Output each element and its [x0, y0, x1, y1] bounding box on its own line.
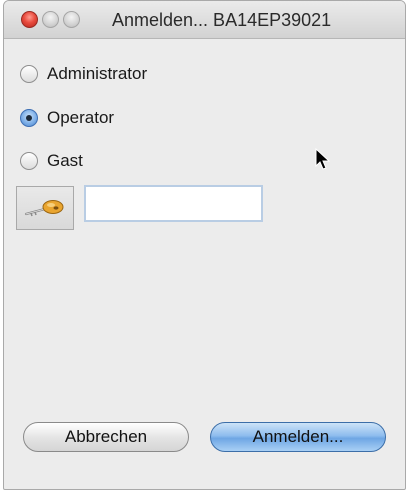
radio-gast[interactable] — [20, 152, 38, 170]
role-option-gast[interactable]: Gast — [20, 150, 83, 172]
close-icon[interactable] — [21, 11, 38, 28]
login-window: Anmelden... BA14EP39021 Administrator Op… — [3, 0, 406, 490]
login-button[interactable]: Anmelden... — [210, 422, 386, 452]
window-title: Anmelden... BA14EP39021 — [112, 10, 332, 30]
role-option-administrator[interactable]: Administrator — [20, 63, 147, 85]
radio-selected-dot — [26, 115, 32, 121]
key-icon — [24, 200, 64, 217]
cancel-button[interactable]: Abbrechen — [23, 422, 189, 452]
role-label-operator: Operator — [47, 108, 115, 127]
radio-operator[interactable] — [20, 109, 38, 127]
role-label-gast: Gast — [47, 151, 83, 170]
role-label-administrator: Administrator — [47, 64, 148, 83]
role-option-operator[interactable]: Operator — [20, 107, 114, 129]
password-field[interactable] — [84, 185, 263, 222]
mouse-cursor-icon — [315, 148, 331, 170]
minimize-icon[interactable] — [42, 11, 59, 28]
key-icon-box — [16, 186, 74, 230]
title-bar[interactable]: Anmelden... BA14EP39021 — [4, 1, 405, 39]
radio-administrator[interactable] — [20, 65, 38, 83]
zoom-icon[interactable] — [63, 11, 80, 28]
